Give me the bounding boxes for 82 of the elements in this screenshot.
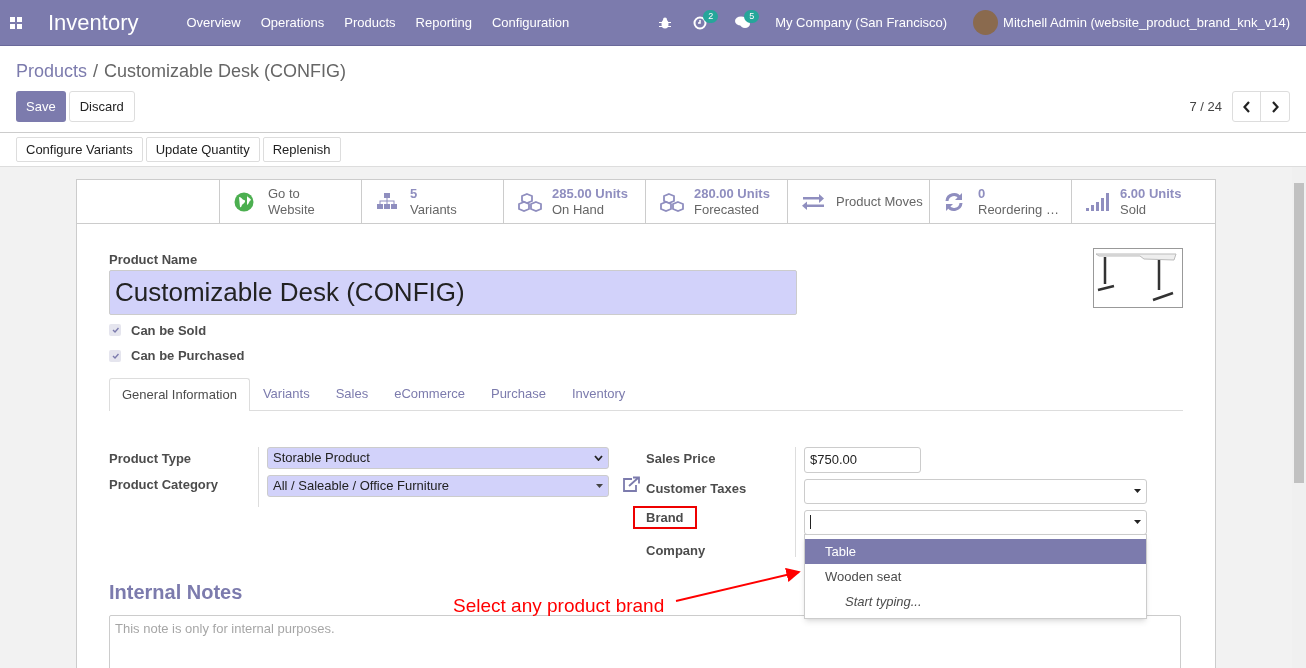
menu-option[interactable]: Wooden seat <box>805 564 1146 589</box>
menu-item[interactable]: Configuration <box>491 12 570 33</box>
stat-label: Go to <box>268 185 301 202</box>
save-button[interactable]: Save <box>16 91 66 122</box>
stat-value: 6.00 Units <box>1120 185 1182 202</box>
menu-option[interactable]: Table <box>805 539 1146 564</box>
check-icon <box>111 352 119 359</box>
menu-item[interactable]: Reporting <box>415 12 472 33</box>
caret-down-icon <box>1134 520 1141 524</box>
checkbox[interactable] <box>109 324 121 337</box>
checkbox-label: Can be Sold <box>131 321 207 340</box>
stat-value: 0 <box>978 185 987 202</box>
stat-label: Sold <box>1120 201 1148 218</box>
stat-button[interactable]: 0 Reordering … <box>929 180 1071 223</box>
cubes-icon <box>518 191 542 212</box>
user-menu[interactable]: Mitchell Admin (website_product_brand_knk_v14) <box>1003 12 1290 33</box>
notification-badge: 2 <box>703 9 719 23</box>
tab[interactable]: Inventory <box>558 377 639 411</box>
stat-label: Variants <box>410 201 457 218</box>
caret-down-icon <box>1134 489 1141 493</box>
field-label: Product Name <box>109 251 199 269</box>
stat-button[interactable]: 6.00 Units Sold <box>1071 180 1213 223</box>
transfer-arrows-icon <box>802 191 826 212</box>
breadcrumb-current: Customizable Desk (CONFIG) <box>104 60 347 80</box>
scrollbar-thumb[interactable] <box>1294 183 1304 483</box>
check-icon <box>111 327 119 334</box>
price-field[interactable]: $750.00 <box>804 446 921 473</box>
company-switcher[interactable]: My Company (San Francisco) <box>775 12 948 33</box>
field-label: Brand <box>633 505 697 529</box>
action-button[interactable]: Update Quantity <box>145 137 260 162</box>
clock-icon <box>693 15 708 30</box>
app-title: Inventory <box>48 9 139 37</box>
select-field[interactable]: Storable Product <box>267 446 609 469</box>
stat-value: 285.00 Units <box>552 185 628 202</box>
discard-button[interactable]: Discard <box>68 91 135 122</box>
stat-label: Website <box>268 201 315 218</box>
apps-menu-icon <box>10 16 22 29</box>
dropdown-field[interactable]: All / Saleable / Office Furniture <box>267 474 609 497</box>
stat-button[interactable]: 5 Variants <box>361 180 503 223</box>
bug-icon <box>659 16 672 29</box>
section-heading: Internal Notes <box>109 579 243 605</box>
field-label: Sales Price <box>646 450 716 466</box>
checkbox-label: Can be Purchased <box>131 347 245 365</box>
external-link-icon <box>621 475 641 494</box>
menu-item[interactable]: Products <box>344 12 396 33</box>
action-button[interactable]: Configure Variants <box>16 137 143 162</box>
stat-value: 280.00 Units <box>694 185 770 202</box>
caret-down-icon <box>596 483 603 488</box>
notification-badge: 5 <box>744 10 760 23</box>
stat-button[interactable]: Go to Website <box>219 180 361 223</box>
field-label: Customer Taxes <box>646 480 747 496</box>
hierarchy-icon <box>376 191 400 212</box>
action-button[interactable]: Replenish <box>262 137 341 162</box>
stat-label: Reordering … <box>978 201 1059 218</box>
dropdown-field[interactable] <box>804 478 1147 504</box>
stat-label: Product Moves <box>836 193 923 210</box>
breadcrumb-separator: / <box>93 60 99 80</box>
chevron-right-icon <box>1271 100 1279 113</box>
stat-value: 5 <box>410 185 419 202</box>
field-label: Company <box>646 542 706 558</box>
pager-value: 7 / 24 <box>1189 97 1222 116</box>
tab[interactable]: Variants <box>249 377 323 411</box>
avatar[interactable] <box>973 10 999 35</box>
stat-button[interactable]: Product Moves <box>787 180 929 223</box>
chevron-left-icon <box>1242 100 1251 113</box>
tab[interactable]: Purchase <box>477 377 559 411</box>
menu-item[interactable]: Operations <box>260 12 325 33</box>
breadcrumb-link[interactable]: Products <box>16 58 88 80</box>
cubes-icon <box>660 191 684 212</box>
stat-button[interactable]: 280.00 Units Forecasted <box>645 180 787 223</box>
checkbox[interactable] <box>109 349 121 362</box>
tab[interactable]: eCommerce <box>381 377 478 411</box>
signal-bars-icon <box>1086 191 1110 212</box>
menu-item[interactable]: Overview <box>186 12 241 33</box>
tab[interactable]: Sales <box>322 377 382 411</box>
product-name-field[interactable]: Customizable Desk (CONFIG) <box>109 269 797 315</box>
stat-button[interactable]: 285.00 Units On Hand <box>503 180 645 223</box>
stat-label: On Hand <box>552 201 606 218</box>
tab[interactable]: General Information <box>109 377 250 411</box>
stat-label: Forecasted <box>694 201 761 218</box>
chevron-down-icon <box>594 454 603 461</box>
menu-hint[interactable]: Start typing... <box>805 589 1146 614</box>
